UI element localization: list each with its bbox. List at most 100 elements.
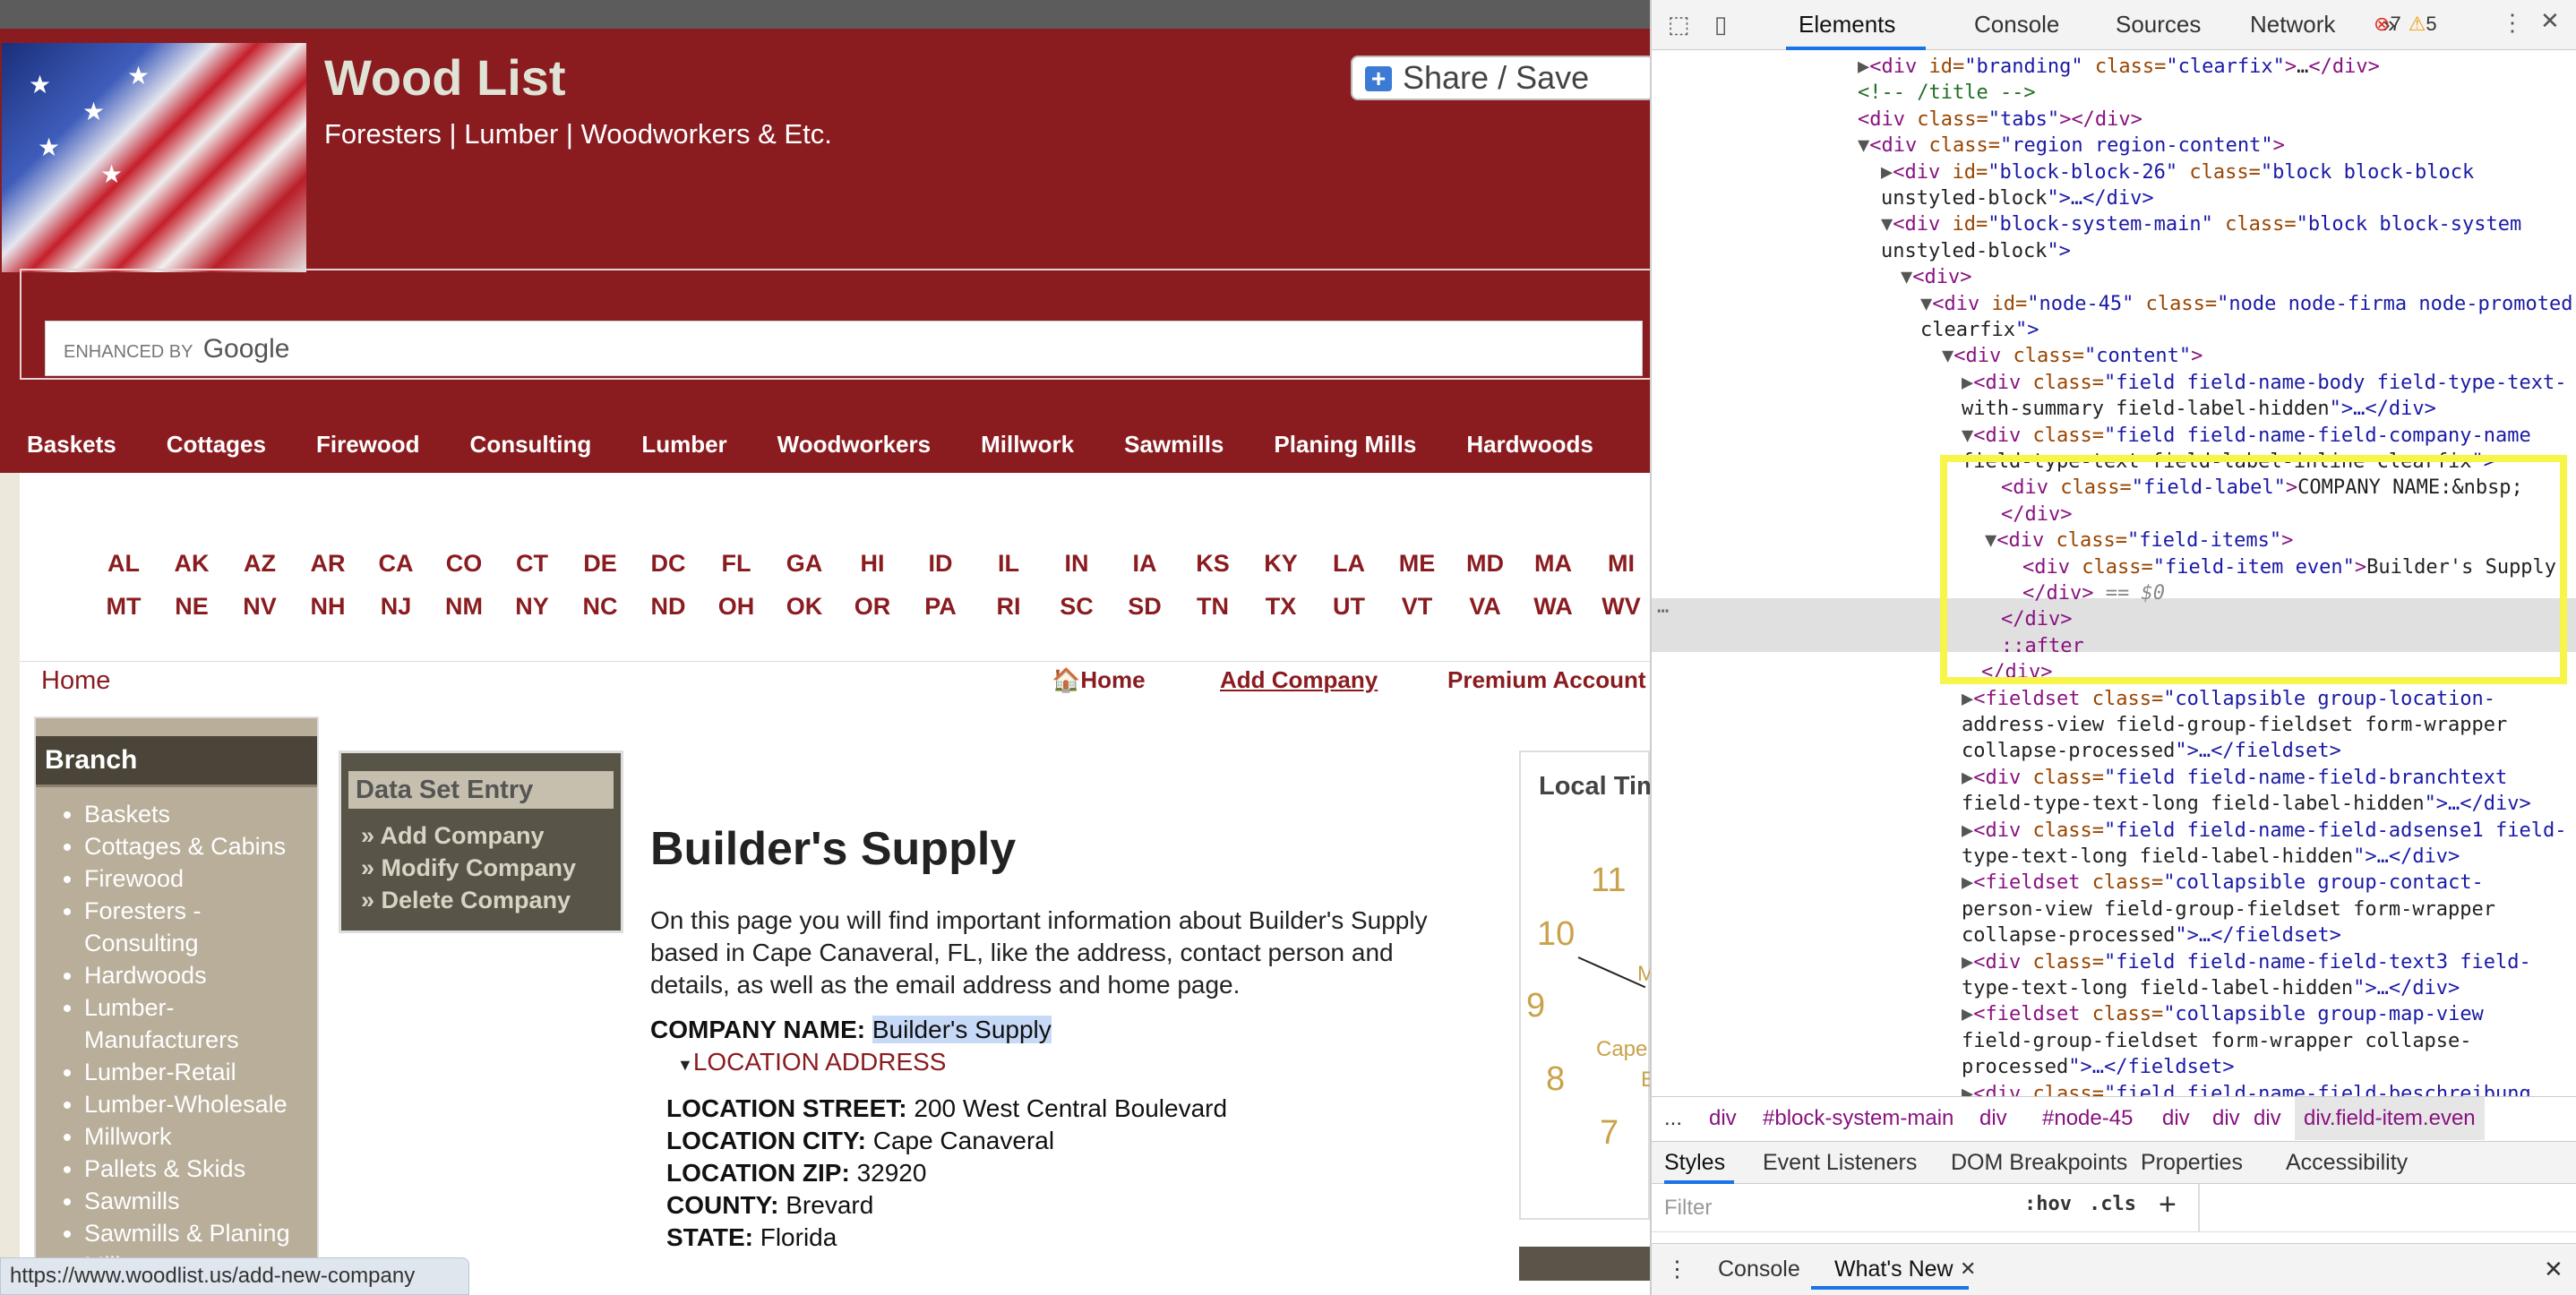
- state-link-ny[interactable]: NY: [498, 593, 566, 621]
- dom-node-line[interactable]: person-view field-group-fieldset form-wr…: [1962, 896, 2495, 922]
- branch-item[interactable]: Pallets & Skids: [84, 1153, 317, 1185]
- dom-node-line[interactable]: ▼<div class="field field-name-field-comp…: [1962, 423, 2531, 449]
- state-link-md[interactable]: MD: [1451, 550, 1519, 578]
- state-link-wa[interactable]: WA: [1519, 593, 1587, 621]
- state-link-fl[interactable]: FL: [702, 550, 770, 578]
- dom-node-line[interactable]: unstyled-block">…</div>: [1881, 185, 2154, 211]
- state-link-ia[interactable]: IA: [1111, 550, 1179, 578]
- tab-network[interactable]: Network: [2250, 11, 2335, 39]
- menu-premium-account-link[interactable]: Premium Account: [1447, 666, 1646, 694]
- dom-breadcrumb-item[interactable]: div: [2212, 1097, 2240, 1140]
- dom-node-line[interactable]: <!-- /title -->: [1858, 80, 2036, 106]
- state-link-la[interactable]: LA: [1315, 550, 1383, 578]
- dom-node-line[interactable]: ▼<div id="node-45" class="node node-firm…: [1920, 291, 2573, 317]
- state-link-ky[interactable]: KY: [1247, 550, 1315, 578]
- dom-node-line[interactable]: </div>: [2001, 502, 2072, 527]
- breadcrumb-home[interactable]: Home: [41, 666, 110, 696]
- tab-elements[interactable]: Elements: [1799, 11, 1895, 39]
- dom-node-line[interactable]: ▼<div class="content">: [1942, 343, 2202, 369]
- state-link-wv[interactable]: WV: [1587, 593, 1650, 621]
- menu-add-company-link[interactable]: Add Company: [1220, 666, 1378, 694]
- drawer-menu-icon[interactable]: ⋮: [1666, 1244, 1688, 1294]
- dom-node-line[interactable]: ▶<div id="block-block-26" class="block b…: [1881, 159, 2474, 185]
- state-link-sd[interactable]: SD: [1111, 593, 1179, 621]
- dom-node-line[interactable]: ▶<fieldset class="collapsible group-map-…: [1962, 1001, 2484, 1027]
- dom-node-line[interactable]: field-group-fieldset form-wrapper collap…: [1962, 1028, 2472, 1054]
- data-set-entry-link[interactable]: » Delete Company: [361, 884, 576, 916]
- state-link-hi[interactable]: HI: [838, 550, 906, 578]
- state-link-nh[interactable]: NH: [294, 593, 362, 621]
- dom-node-line[interactable]: <div class="field-label">COMPANY NAME:&n…: [2001, 475, 2523, 501]
- tab-sources[interactable]: Sources: [2116, 11, 2201, 39]
- drawer-tab-console[interactable]: Console: [1718, 1244, 1800, 1294]
- share-save-button[interactable]: + Share / Save: [1351, 56, 1650, 100]
- state-link-al[interactable]: AL: [90, 550, 158, 578]
- site-title[interactable]: Wood List: [324, 48, 566, 107]
- branch-item[interactable]: Lumber-Retail: [84, 1056, 317, 1088]
- state-link-dc[interactable]: DC: [634, 550, 702, 578]
- branch-item[interactable]: Millwork: [84, 1120, 317, 1153]
- state-link-ne[interactable]: NE: [158, 593, 226, 621]
- dom-node-line[interactable]: ▶<div class="field field-name-field-bran…: [1962, 765, 2507, 791]
- nav-link-hardwoods[interactable]: Hardwoods: [1466, 431, 1593, 459]
- search-input[interactable]: ENHANCED BY Google: [45, 321, 1643, 376]
- sidebar-tab-properties[interactable]: Properties: [2141, 1142, 2243, 1183]
- error-counter[interactable]: ⊗7 ⚠5: [2374, 13, 2437, 36]
- nav-link-consulting[interactable]: Consulting: [470, 431, 592, 459]
- more-options-icon[interactable]: ⋮: [2501, 9, 2524, 37]
- new-style-rule-button[interactable]: +: [2159, 1188, 2177, 1222]
- dom-breadcrumb-item[interactable]: #block-system-main: [1763, 1097, 1953, 1140]
- state-link-nv[interactable]: NV: [226, 593, 294, 621]
- dom-breadcrumb-item[interactable]: div: [2162, 1097, 2190, 1140]
- dom-node-line[interactable]: </div>: [2001, 606, 2072, 632]
- dom-node-line[interactable]: unstyled-block">: [1881, 238, 2071, 264]
- dom-node-line[interactable]: ▼<div class="region region-content">: [1858, 133, 2285, 159]
- state-link-or[interactable]: OR: [838, 593, 906, 621]
- dom-node-line[interactable]: <div class="tabs"></div>: [1858, 107, 2142, 133]
- branch-item[interactable]: Baskets: [84, 798, 317, 830]
- dom-node-line[interactable]: ▼<div>: [1901, 264, 1971, 290]
- nav-link-cottages[interactable]: Cottages: [167, 431, 266, 459]
- dom-node-line[interactable]: ▶<div class="field field-name-field-text…: [1962, 949, 2531, 975]
- nav-link-millwork[interactable]: Millwork: [981, 431, 1074, 459]
- close-drawer-icon[interactable]: ✕: [2544, 1244, 2563, 1294]
- state-link-ks[interactable]: KS: [1179, 550, 1247, 578]
- branch-item[interactable]: Hardwoods: [84, 959, 317, 991]
- dom-node-line[interactable]: ▼<div class="field-items">: [1985, 527, 2293, 553]
- dom-node-line[interactable]: ▶<div class="field field-name-field-adse…: [1962, 818, 2567, 844]
- dom-node-line[interactable]: ▶<div class="field field-name-field-besc…: [1962, 1081, 2531, 1096]
- state-link-nd[interactable]: ND: [634, 593, 702, 621]
- state-link-nm[interactable]: NM: [430, 593, 498, 621]
- data-set-entry-link[interactable]: » Add Company: [361, 819, 576, 852]
- nav-link-woodworkers[interactable]: Woodworkers: [777, 431, 931, 459]
- state-link-mi[interactable]: MI: [1587, 550, 1650, 578]
- dom-node-line[interactable]: with-summary field-label-hidden">…</div>: [1962, 396, 2436, 422]
- state-link-oh[interactable]: OH: [702, 593, 770, 621]
- branch-item[interactable]: Firewood: [84, 862, 317, 895]
- dom-breadcrumb-item[interactable]: div: [2254, 1097, 2281, 1140]
- dom-node-line[interactable]: ▶<fieldset class="collapsible group-cont…: [1962, 870, 2484, 896]
- dom-node-line[interactable]: field-type-text field-label-inline clear…: [1962, 449, 2495, 475]
- state-link-tn[interactable]: TN: [1179, 593, 1247, 621]
- state-link-mt[interactable]: MT: [90, 593, 158, 621]
- sidebar-tab-event-listeners[interactable]: Event Listeners: [1763, 1142, 1917, 1183]
- state-link-az[interactable]: AZ: [226, 550, 294, 578]
- dom-node-line[interactable]: <div class="field-item even">Builder's S…: [2022, 554, 2556, 580]
- state-link-me[interactable]: ME: [1383, 550, 1451, 578]
- dom-node-line[interactable]: </div>: [1981, 659, 2052, 685]
- state-link-sc[interactable]: SC: [1043, 593, 1111, 621]
- ellipsis-icon[interactable]: ⋯: [1657, 598, 1669, 624]
- tab-console[interactable]: Console: [1974, 11, 2059, 39]
- dom-breadcrumb-item[interactable]: div: [1709, 1097, 1737, 1140]
- state-link-pa[interactable]: PA: [906, 593, 975, 621]
- close-devtools-icon[interactable]: ✕: [2540, 7, 2560, 35]
- dom-node-line[interactable]: ::after: [2001, 633, 2084, 659]
- sidebar-tab-accessibility[interactable]: Accessibility: [2286, 1142, 2408, 1183]
- dom-node-line[interactable]: ▶<div id="branding" class="clearfix">…</…: [1858, 54, 2380, 80]
- dom-node-line[interactable]: type-text-long field-label-hidden">…</di…: [1962, 844, 2460, 870]
- dom-node-line[interactable]: </div> == $0: [2022, 580, 2165, 606]
- branch-item[interactable]: Lumber-Manufacturers: [84, 991, 317, 1056]
- branch-item[interactable]: Foresters - Consulting: [84, 895, 317, 959]
- dom-node-line[interactable]: ▼<div id="block-system-main" class="bloc…: [1881, 211, 2521, 237]
- branch-item[interactable]: Sawmills: [84, 1185, 317, 1217]
